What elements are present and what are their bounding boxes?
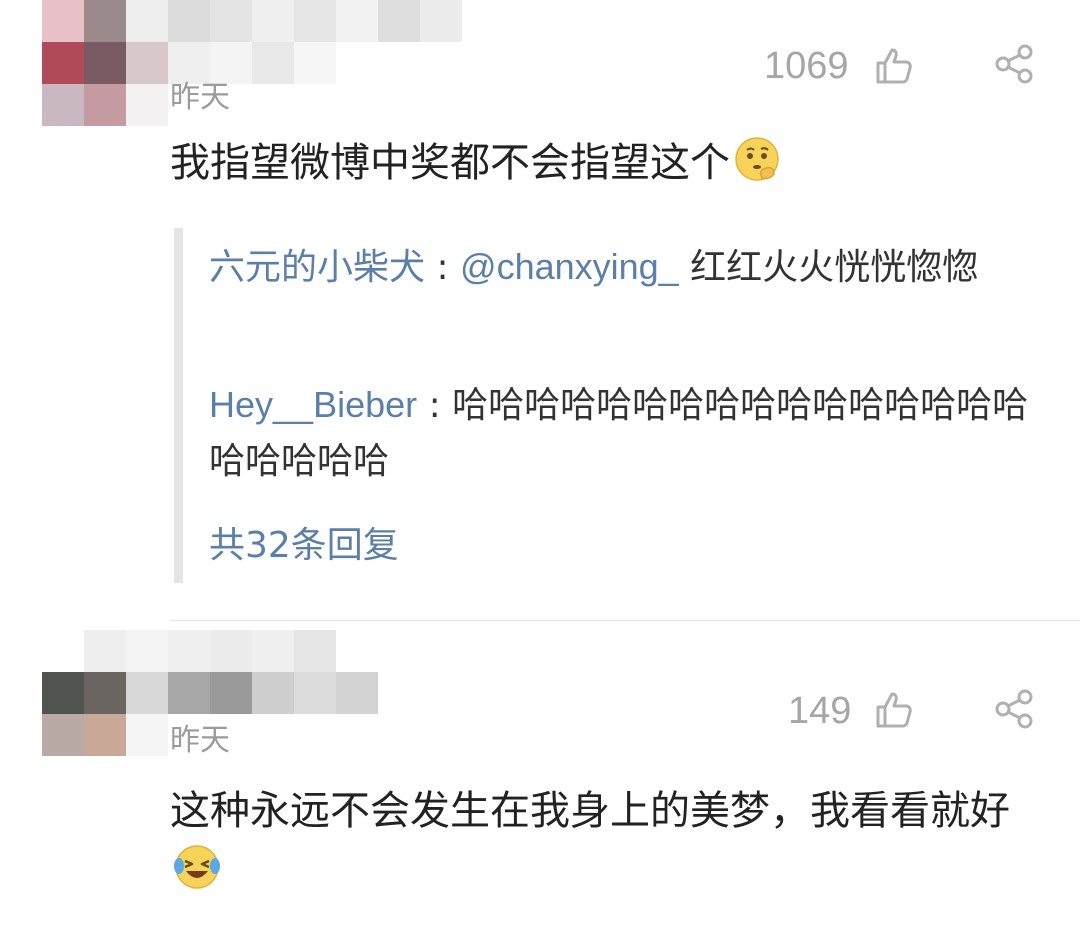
comment-time: 昨天 xyxy=(170,723,230,758)
comment-divider xyxy=(170,620,1080,621)
view-all-replies-link[interactable]: 共32条回复 xyxy=(209,518,399,574)
like-count[interactable]: 149 xyxy=(788,690,851,733)
thumbs-up-icon[interactable] xyxy=(874,690,914,730)
comment-text: 这种永远不会发生在我身上的美梦，我看看就好 xyxy=(170,781,1034,901)
reply-username[interactable]: Hey__Bieber xyxy=(209,384,417,425)
comment-text-content: 这种永远不会发生在我身上的美梦，我看看就好 xyxy=(170,788,1010,834)
reply-item: Hey__Bieber : 哈哈哈哈哈哈哈哈哈哈哈哈哈哈哈哈哈哈哈哈哈 xyxy=(209,377,1053,490)
laughing-tears-emoji xyxy=(174,845,220,889)
reply-separator: : xyxy=(417,385,453,426)
share-icon[interactable] xyxy=(994,689,1034,729)
comment-item: 昨天 149 这种永远不会发生在我身上的美梦，我看看就好 xyxy=(0,0,1080,889)
